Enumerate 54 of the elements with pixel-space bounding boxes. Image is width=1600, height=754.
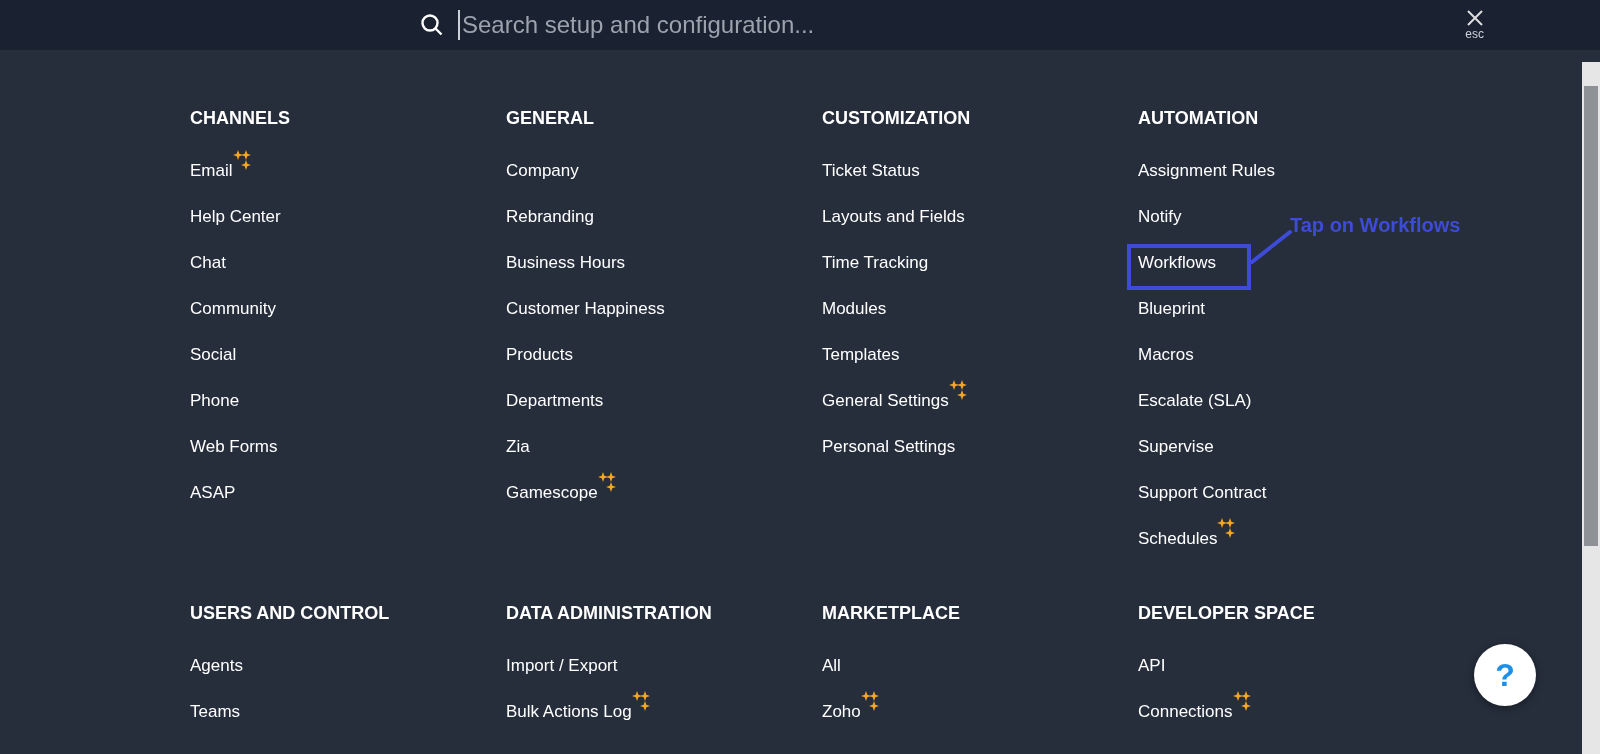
close-button[interactable]: esc	[1465, 9, 1484, 41]
setup-link[interactable]: Import / Export	[506, 656, 618, 676]
section-heading: CHANNELS	[190, 107, 291, 129]
setup-link[interactable]: Ticket Status	[822, 161, 920, 181]
setup-link[interactable]: All	[822, 656, 841, 676]
setup-link[interactable]: Modules	[822, 299, 887, 319]
setup-link[interactable]: Blueprint	[1138, 299, 1206, 319]
section-heading: AUTOMATION	[1138, 107, 1260, 129]
setup-link[interactable]: Social	[190, 345, 237, 365]
setup-link[interactable]: Phone	[190, 391, 240, 411]
setup-link[interactable]: Gamescope	[506, 483, 598, 503]
setup-link[interactable]: Notify	[1138, 207, 1182, 227]
setup-link[interactable]: Layouts and Fields	[822, 207, 965, 227]
setup-link[interactable]: Supervise	[1138, 437, 1214, 457]
setup-link[interactable]: Support Contract	[1138, 483, 1267, 503]
setup-link[interactable]: General Settings	[822, 391, 949, 411]
section-heading: MARKETPLACE	[822, 602, 961, 624]
setup-link[interactable]: Agents	[190, 656, 243, 676]
setup-link[interactable]: Departments	[506, 391, 604, 411]
setup-link[interactable]: Rebranding	[506, 207, 594, 227]
setup-link[interactable]: Schedules	[1138, 529, 1218, 549]
setup-link[interactable]: Connections	[1138, 702, 1233, 722]
setup-link[interactable]: Time Tracking	[822, 253, 929, 273]
setup-link[interactable]: Community	[190, 299, 276, 319]
setup-link[interactable]: Escalate (SLA)	[1138, 391, 1252, 411]
section-heading: DEVELOPER SPACE	[1138, 602, 1316, 624]
setup-link[interactable]: Chat	[190, 253, 226, 273]
setup-link[interactable]: Teams	[190, 702, 241, 722]
section-heading: GENERAL	[506, 107, 595, 129]
setup-link[interactable]: Business Hours	[506, 253, 626, 273]
setup-link[interactable]: Company	[506, 161, 579, 181]
scrollbar[interactable]	[1582, 62, 1600, 754]
setup-link[interactable]: Zia	[506, 437, 530, 457]
setup-link[interactable]: Templates	[822, 345, 900, 365]
section-heading: DATA ADMINISTRATION	[506, 602, 713, 624]
setup-link[interactable]: Assignment Rules	[1138, 161, 1275, 181]
section-heading: CUSTOMIZATION	[822, 107, 972, 129]
setup-link[interactable]: Macros	[1138, 345, 1194, 365]
setup-link[interactable]: Email	[190, 161, 233, 181]
setup-link[interactable]: Web Forms	[190, 437, 278, 457]
search-icon	[420, 13, 444, 37]
setup-link[interactable]: Bulk Actions Log	[506, 702, 632, 722]
setup-link[interactable]: Customer Happiness	[506, 299, 665, 319]
section-heading: USERS AND CONTROL	[190, 602, 391, 624]
setup-link[interactable]: Zoho	[822, 702, 861, 722]
search-field[interactable]: Search setup and configuration...	[458, 10, 1164, 40]
setup-link[interactable]: Personal Settings	[822, 437, 956, 457]
annotation-label: Tap on Workflows	[1290, 214, 1461, 237]
leader-line	[1250, 228, 1292, 264]
setup-link[interactable]: Workflows	[1138, 253, 1217, 273]
setup-link[interactable]: ASAP	[190, 483, 236, 503]
setup-link[interactable]: API	[1138, 656, 1166, 676]
setup-link[interactable]: Help Center	[190, 207, 281, 227]
setup-link[interactable]: Products	[506, 345, 574, 365]
